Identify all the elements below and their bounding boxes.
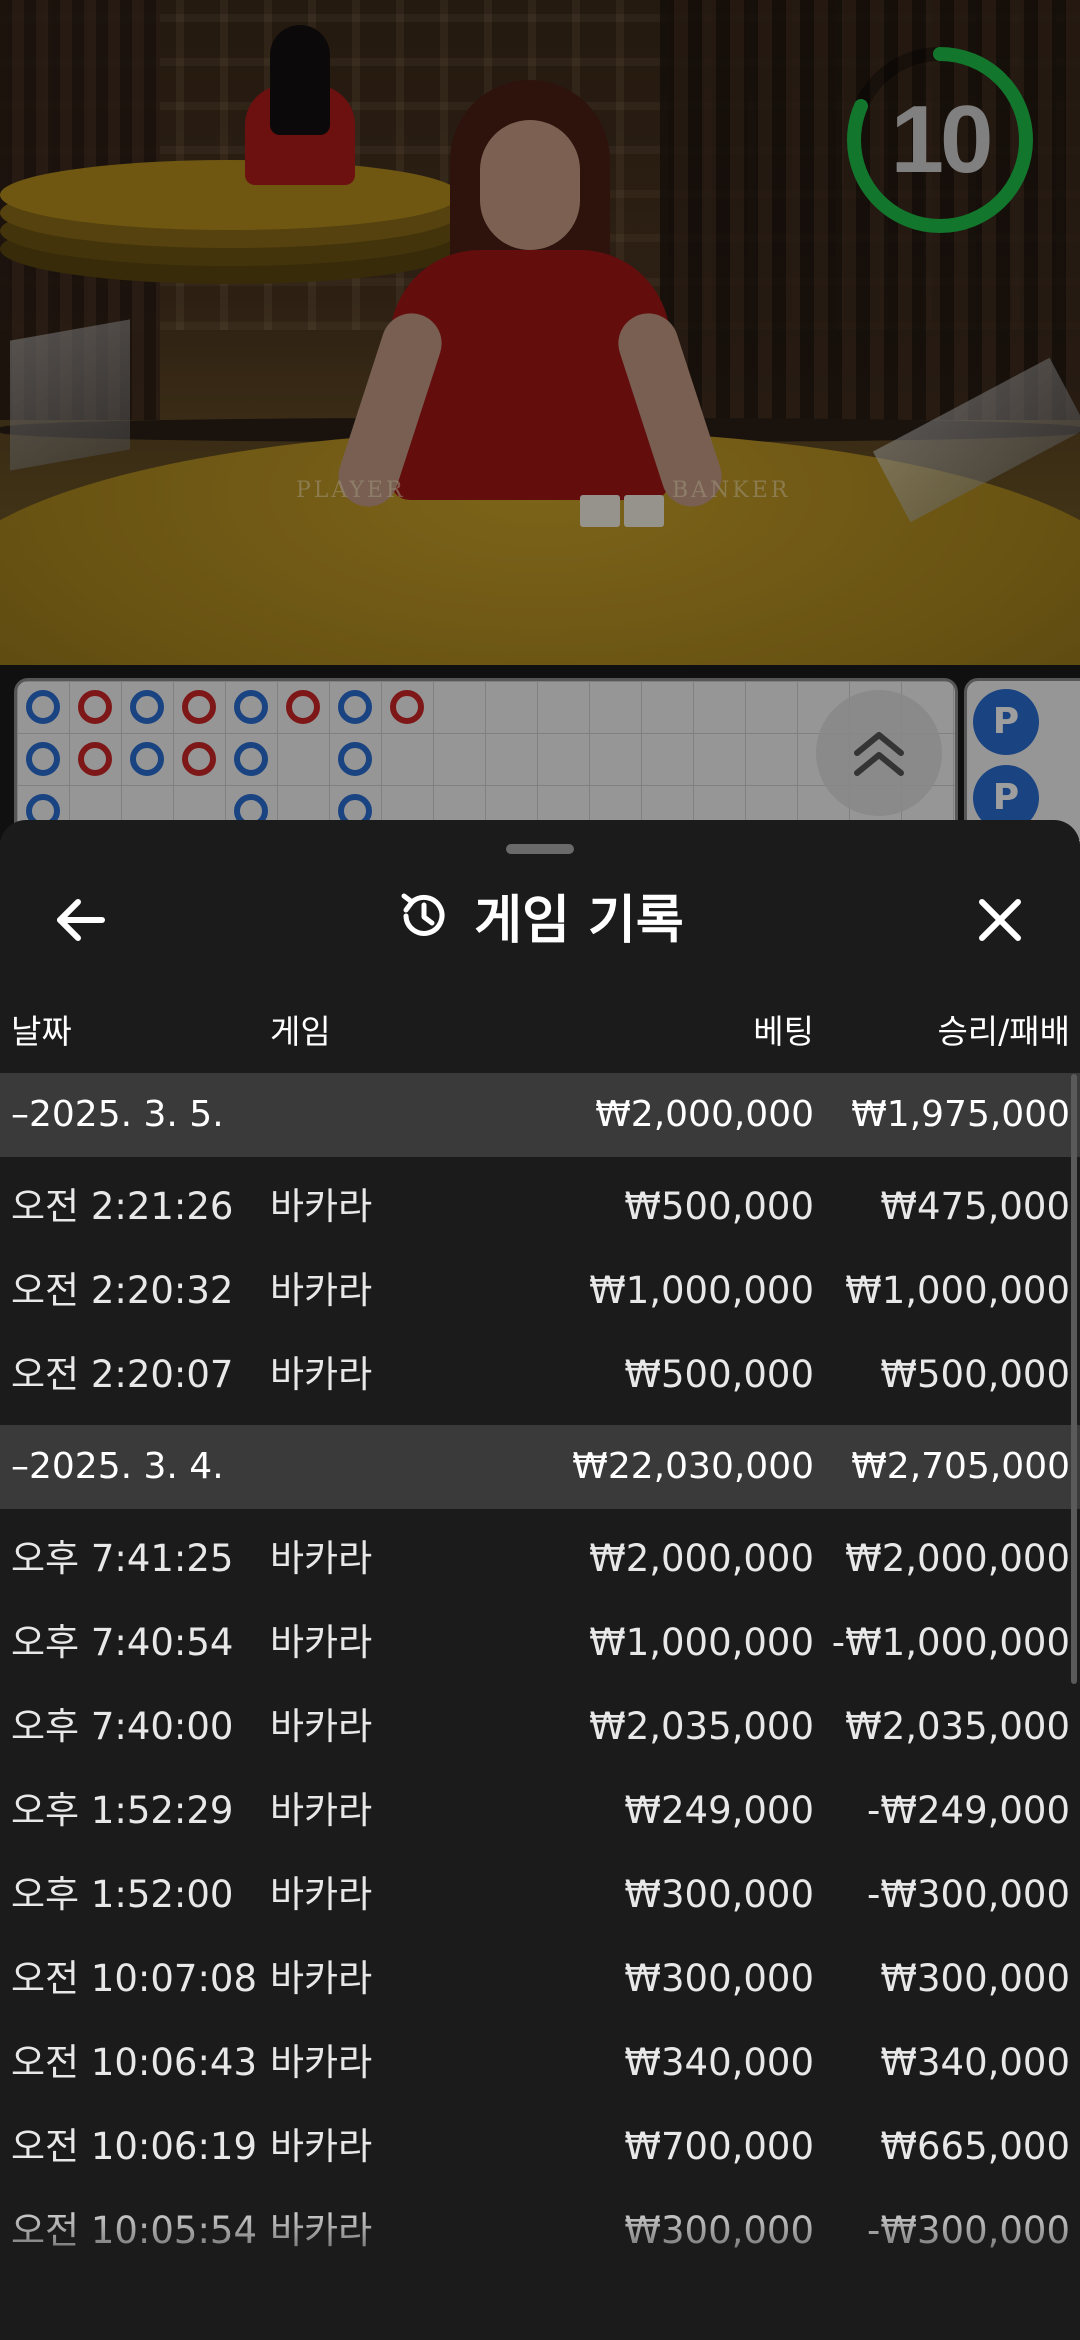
history-row[interactable]: 오전 10:06:19 바카라 ₩700,000 ₩665,000	[0, 2105, 1080, 2189]
row-time: 오후 7:40:00	[11, 1705, 234, 1748]
row-time: 오전 2:20:32	[11, 1269, 234, 1312]
row-win-loss: ₩2,000,000	[845, 1537, 1070, 1580]
group-total-win-loss: ₩2,705,000	[851, 1446, 1070, 1487]
row-game: 바카라	[270, 2041, 373, 2084]
date-group-row[interactable]: –2025. 3. 5. ₩2,000,000 ₩1,975,000	[0, 1073, 1080, 1157]
row-game: 바카라	[270, 2125, 373, 2168]
row-bet: ₩300,000	[624, 1873, 814, 1916]
row-game: 바카라	[270, 1957, 373, 2000]
row-game: 바카라	[270, 1873, 373, 1916]
row-bet: ₩500,000	[624, 1353, 814, 1396]
row-game: 바카라	[270, 1789, 373, 1832]
group-total-bet: ₩22,030,000	[572, 1446, 814, 1487]
history-row[interactable]: 오후 1:52:29 바카라 ₩249,000 -₩249,000	[0, 1769, 1080, 1853]
history-row[interactable]: 오후 7:40:54 바카라 ₩1,000,000 -₩1,000,000	[0, 1601, 1080, 1685]
row-bet: ₩300,000	[624, 1957, 814, 2000]
history-row[interactable]: 오전 2:21:26 바카라 ₩500,000 ₩475,000	[0, 1165, 1080, 1249]
history-row[interactable]: 오전 10:06:43 바카라 ₩340,000 ₩340,000	[0, 2021, 1080, 2105]
row-time: 오후 1:52:29	[11, 1789, 234, 1832]
column-header-game[interactable]: 게임	[270, 1005, 331, 1053]
group-date: –2025. 3. 4.	[11, 1446, 224, 1487]
row-bet: ₩700,000	[624, 2125, 814, 2168]
history-row[interactable]: 오전 10:07:08 바카라 ₩300,000 ₩300,000	[0, 1937, 1080, 2021]
row-bet: ₩2,035,000	[589, 1705, 814, 1748]
row-win-loss: ₩500,000	[880, 1353, 1070, 1396]
group-total-win-loss: ₩1,975,000	[851, 1094, 1070, 1135]
row-time: 오전 10:07:08	[11, 1957, 258, 2000]
sheet-drag-handle[interactable]	[506, 844, 574, 854]
row-time: 오후 1:52:00	[11, 1873, 234, 1916]
group-total-bet: ₩2,000,000	[595, 1094, 814, 1135]
row-game: 바카라	[270, 1621, 373, 1664]
row-bet: ₩340,000	[624, 2041, 814, 2084]
row-win-loss: ₩300,000	[880, 1957, 1070, 2000]
row-bet: ₩500,000	[624, 1185, 814, 1228]
row-game: 바카라	[270, 1185, 373, 1228]
history-list: –2025. 3. 5. ₩2,000,000 ₩1,975,000 오전 2:21:…	[0, 1073, 1080, 2281]
date-group-row[interactable]: –2025. 3. 4. ₩22,030,000 ₩2,705,000	[0, 1425, 1080, 1509]
row-game: 바카라	[270, 1705, 373, 1748]
row-bet: ₩300,000	[624, 2209, 814, 2252]
history-clock-icon	[401, 893, 445, 936]
sheet-header: 게임 기록	[0, 878, 1080, 968]
history-row[interactable]: 오전 2:20:07 바카라 ₩500,000 ₩500,000	[0, 1333, 1080, 1417]
row-win-loss: -₩1,000,000	[831, 1621, 1070, 1664]
row-time: 오전 10:05:54	[11, 2209, 258, 2252]
column-header-bet[interactable]: 베팅	[753, 1005, 814, 1053]
row-time: 오전 10:06:19	[11, 2125, 258, 2168]
close-x-icon	[979, 899, 1021, 941]
group-date: –2025. 3. 5.	[11, 1094, 224, 1135]
history-row[interactable]: 오전 10:05:54 바카라 ₩300,000 -₩300,000	[0, 2189, 1080, 2273]
row-win-loss: ₩1,000,000	[845, 1269, 1070, 1312]
row-win-loss: -₩249,000	[867, 1789, 1070, 1832]
history-row[interactable]: 오후 7:40:00 바카라 ₩2,035,000 ₩2,035,000	[0, 1685, 1080, 1769]
row-game: 바카라	[270, 1537, 373, 1580]
row-game: 바카라	[270, 1353, 373, 1396]
row-win-loss: ₩2,035,000	[845, 1705, 1070, 1748]
history-row[interactable]: 오전 2:20:32 바카라 ₩1,000,000 ₩1,000,000	[0, 1249, 1080, 1333]
row-win-loss: ₩665,000	[880, 2125, 1070, 2168]
row-time: 오후 7:40:54	[11, 1621, 234, 1664]
sheet-title: 게임 기록	[474, 891, 684, 951]
modal-backdrop[interactable]	[0, 0, 1080, 840]
game-history-sheet: 게임 기록 날짜 게임 베팅 승리/패배 –2025. 3. 5. ₩2,000,…	[0, 820, 1080, 2340]
history-row[interactable]: 오후 7:41:25 바카라 ₩2,000,000 ₩2,000,000	[0, 1517, 1080, 1601]
close-button[interactable]	[960, 880, 1040, 960]
row-win-loss: ₩475,000	[880, 1185, 1070, 1228]
column-header-win-loss[interactable]: 승리/패배	[937, 1005, 1070, 1053]
history-scrollbar[interactable]	[1071, 1074, 1077, 1684]
column-header-date[interactable]: 날짜	[11, 1005, 72, 1053]
row-time: 오전 2:21:26	[11, 1185, 234, 1228]
row-time: 오후 7:41:25	[11, 1537, 234, 1580]
row-win-loss: -₩300,000	[867, 2209, 1070, 2252]
row-win-loss: -₩300,000	[867, 1873, 1070, 1916]
table-header: 날짜 게임 베팅 승리/패배	[0, 1005, 1080, 1075]
history-row[interactable]: 오후 1:52:00 바카라 ₩300,000 -₩300,000	[0, 1853, 1080, 1937]
row-game: 바카라	[270, 1269, 373, 1312]
row-bet: ₩1,000,000	[589, 1269, 814, 1312]
row-game: 바카라	[270, 2209, 373, 2252]
row-bet: ₩1,000,000	[589, 1621, 814, 1664]
row-bet: ₩2,000,000	[589, 1537, 814, 1580]
row-bet: ₩249,000	[624, 1789, 814, 1832]
row-win-loss: ₩340,000	[880, 2041, 1070, 2084]
row-time: 오전 10:06:43	[11, 2041, 258, 2084]
row-time: 오전 2:20:07	[11, 1353, 234, 1396]
